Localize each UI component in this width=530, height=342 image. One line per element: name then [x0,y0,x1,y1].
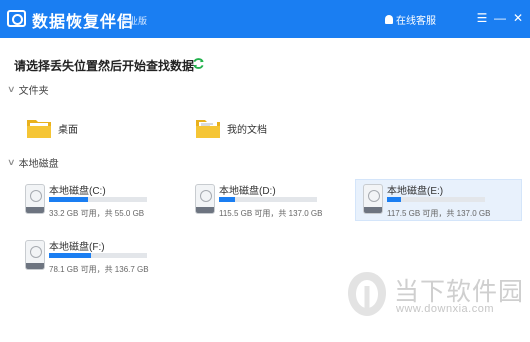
drive-c[interactable]: 本地磁盘(C:) 33.2 GB 可用，共 55.0 GB [18,180,186,220]
edition-label: 专业版 [120,16,148,26]
drive-usage-bar [49,253,147,258]
hard-drive-icon [195,184,215,214]
hard-drive-icon [363,184,383,214]
drives-section-header[interactable]: ∨ 本地磁盘 [7,155,59,170]
chevron-down-icon: ∨ [7,157,16,167]
desktop-folder-icon [27,120,51,138]
support-bell-icon [385,15,393,24]
drive-usage-bar [49,197,147,202]
app-title: 数据恢复伴侣 [32,14,135,31]
drive-f[interactable]: 本地磁盘(F:) 78.1 GB 可用，共 136.7 GB [18,236,186,276]
watermark-url: www.downxia.com [396,303,494,315]
drive-name: 本地磁盘(C:) [49,186,106,197]
drive-size-text: 115.5 GB 可用，共 137.0 GB [219,209,323,218]
documents-folder-icon [196,120,220,138]
drive-d[interactable]: 本地磁盘(D:) 115.5 GB 可用，共 137.0 GB [188,180,356,220]
page-prompt: 请选择丢失位置然后开始查找数据 [14,59,195,73]
drive-e[interactable]: 本地磁盘(E:) 117.5 GB 可用，共 137.0 GB [355,179,522,221]
drive-name: 本地磁盘(D:) [219,186,276,197]
hard-drive-icon [25,184,45,214]
drive-size-text: 78.1 GB 可用，共 136.7 GB [49,265,149,274]
watermark-logo-icon [348,272,386,316]
drive-name: 本地磁盘(F:) [49,242,105,253]
close-button[interactable]: ✕ [510,8,526,28]
title-bar: 数据恢复伴侣 专业版 在线客服 ☰ — ✕ [0,0,530,38]
folder-desktop[interactable]: 桌面 [26,117,78,139]
chevron-down-icon: ∨ [7,84,16,94]
folder-documents[interactable]: 我的文档 [195,117,267,139]
drives-section-title: 本地磁盘 [18,159,59,170]
drive-usage-bar [219,197,317,202]
folder-label: 桌面 [58,124,78,136]
drive-name: 本地磁盘(E:) [387,186,444,197]
drive-size-text: 33.2 GB 可用，共 55.0 GB [49,209,145,218]
online-support-label: 在线客服 [396,16,436,27]
drive-usage-bar [387,197,485,202]
folder-label: 我的文档 [227,124,267,136]
drive-size-text: 117.5 GB 可用，共 137.0 GB [387,209,491,218]
online-support-button[interactable]: 在线客服 [385,12,436,27]
menu-icon[interactable]: ☰ [474,8,490,28]
hard-drive-icon [25,240,45,270]
folders-section-header[interactable]: ∨ 文件夹 [7,82,49,97]
folders-section-title: 文件夹 [18,86,49,97]
minimize-button[interactable]: — [492,8,508,28]
app-logo-icon [7,10,26,27]
refresh-icon[interactable] [192,57,205,70]
